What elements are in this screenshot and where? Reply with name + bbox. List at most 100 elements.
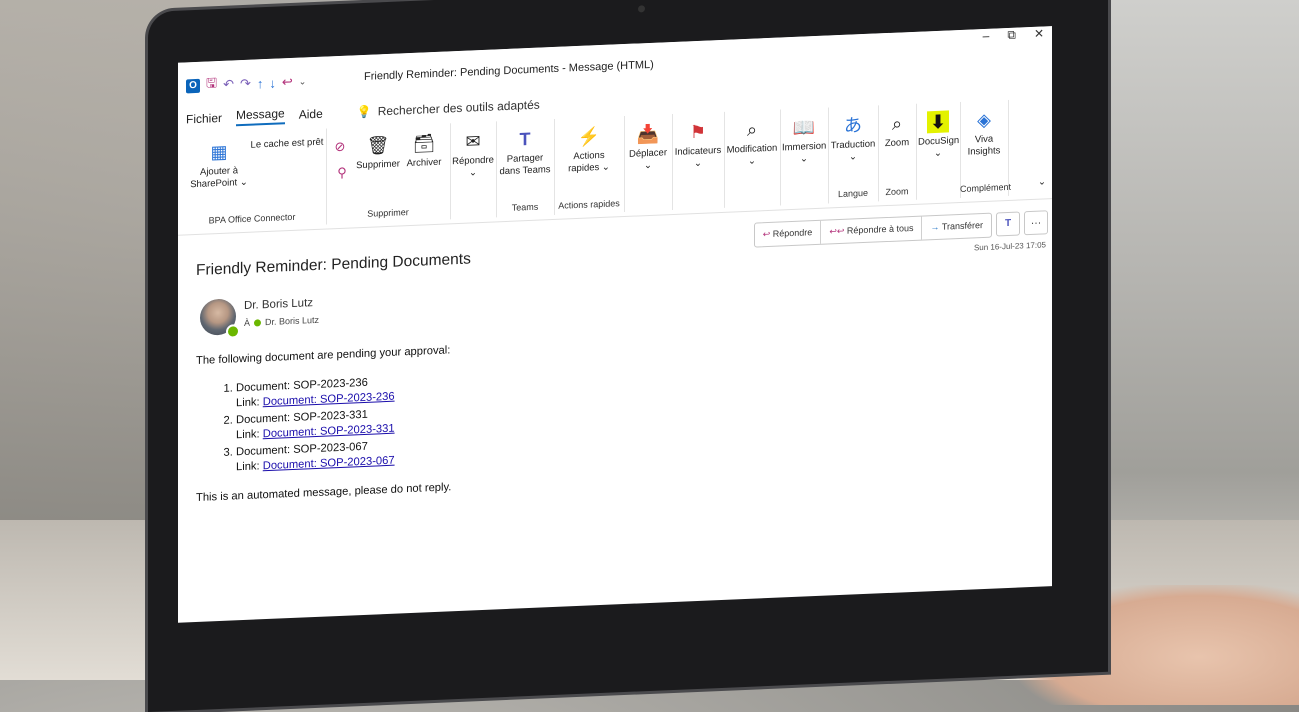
translate-button[interactable]: あ Traduction ⌄: [830, 113, 876, 164]
search-icon: ⌕: [746, 119, 758, 140]
viva-insights-icon: ◈: [977, 109, 991, 131]
laptop-frame: O 🖫 ↶ ↷ ↑ ↓ ↩ ⌄ Friendly Reminder: Pendi…: [148, 0, 1108, 712]
group-actions-rapides: ⚡ Actions rapides ⌄ Actions rapides: [554, 116, 625, 215]
reply-all-icon: ↩↩: [829, 225, 845, 237]
group-label: Zoom: [885, 186, 909, 198]
tools-search[interactable]: 💡 Rechercher des outils adaptés: [357, 98, 540, 120]
tab-message[interactable]: Message: [236, 106, 285, 127]
group-langue: あ Traduction ⌄ Langue: [828, 105, 879, 204]
redo-icon[interactable]: ↷: [240, 76, 251, 92]
presence-badge: [226, 324, 240, 339]
teams-icon: T: [1004, 217, 1012, 230]
add-to-sharepoint-button[interactable]: ▦ Ajouter à SharePoint ⌄: [184, 140, 254, 192]
immersive-reader-button[interactable]: 📖 Immersion ⌄: [782, 116, 826, 167]
to-label: À: [244, 317, 251, 328]
respond-button[interactable]: ✉ Répondre ⌄: [452, 129, 494, 180]
reply-icon[interactable]: ↩: [282, 74, 293, 90]
zoom-button[interactable]: ⌕ Zoom: [880, 112, 914, 150]
intro-text: The following document are pending your …: [196, 344, 451, 367]
magnifier-icon: ⌕: [891, 113, 903, 134]
automated-notice: This is an automated message, please do …: [196, 481, 452, 504]
link-label: Link:: [236, 428, 260, 442]
archive-button[interactable]: 🗃 Archiver: [404, 132, 444, 171]
group-label: BPA Office Connector: [208, 211, 296, 226]
presence-dot-icon: [254, 318, 262, 327]
sharepoint-icon: ▦: [210, 141, 228, 163]
lightning-icon: ⚡: [577, 126, 601, 147]
restore-button[interactable]: ⧉: [1007, 28, 1016, 43]
teams-icon: T: [519, 128, 531, 150]
flags-button[interactable]: ⚑ Indicateurs ⌄: [674, 120, 722, 171]
teams-chat-button[interactable]: T: [996, 211, 1020, 237]
docusign-button[interactable]: ⬇ DocuSign ⌄: [918, 110, 959, 161]
sender-name[interactable]: Dr. Boris Lutz: [244, 297, 313, 312]
forward-button[interactable]: → Transférer: [922, 214, 991, 240]
junk-icon[interactable]: ⚲: [330, 161, 354, 187]
title-bar: O 🖫 ↶ ↷ ↑ ↓ ↩ ⌄ Friendly Reminder: Pendi…: [178, 26, 1052, 103]
group-indicateurs: ⚑ Indicateurs ⌄: [672, 111, 725, 211]
ignore-icon[interactable]: ⊘: [330, 136, 350, 162]
window-controls: – ⧉ ✕: [983, 26, 1044, 44]
minimize-button[interactable]: –: [983, 29, 990, 44]
viva-insights-button[interactable]: ◈ Viva Insights: [962, 108, 1006, 159]
tab-fichier[interactable]: Fichier: [186, 111, 222, 127]
flag-icon: ⚑: [689, 121, 707, 143]
move-folder-icon: 📥: [636, 123, 660, 145]
outlook-logo-icon: O: [186, 78, 200, 94]
document-link[interactable]: Document: SOP-2023-236: [263, 391, 395, 409]
more-options-button[interactable]: …: [1024, 210, 1048, 236]
camera: [638, 5, 645, 13]
message-body: The following document are pending your …: [196, 343, 451, 506]
quick-actions-button[interactable]: ⚡ Actions rapides ⌄: [560, 124, 618, 175]
group-immersion: 📖 Immersion ⌄: [780, 107, 829, 206]
recipient-line: À Dr. Boris Lutz: [244, 315, 319, 328]
close-button[interactable]: ✕: [1034, 26, 1044, 41]
document-link[interactable]: Document: SOP-2023-331: [263, 423, 395, 441]
group-label: Supprimer: [367, 207, 409, 219]
forward-icon: →: [930, 221, 940, 233]
reply-icon: ↩: [762, 228, 771, 240]
link-label: Link:: [236, 460, 260, 474]
ribbon-expand-icon[interactable]: ⌄: [1036, 176, 1048, 189]
ellipsis-icon: …: [1030, 214, 1042, 228]
trash-icon: 🗑: [366, 134, 390, 156]
customize-toolbar-icon[interactable]: ⌄: [299, 76, 307, 87]
next-item-icon[interactable]: ↓: [269, 75, 276, 90]
cache-status: Le cache est prêt: [250, 136, 324, 151]
document-list: Document: SOP-2023-236 Link: Document: S…: [196, 372, 451, 477]
group-label: Teams: [511, 201, 539, 213]
group-label: Complément: [960, 181, 1012, 194]
modify-button[interactable]: ⌕ Modification ⌄: [726, 118, 778, 169]
document-link[interactable]: Document: SOP-2023-067: [263, 455, 395, 473]
group-repondre: ✉ Répondre ⌄: [450, 121, 497, 220]
reply-all-button[interactable]: ↩↩ Répondre à tous: [821, 216, 923, 244]
message-actions: ↩ Répondre ↩↩ Répondre à tous → Transfér…: [753, 212, 992, 248]
group-bpa-office-connector: ▦ Ajouter à SharePoint ⌄ Le cache est pr…: [178, 128, 327, 231]
tab-aide[interactable]: Aide: [299, 107, 323, 122]
group-label: Actions rapides: [558, 198, 620, 211]
reply-button[interactable]: ↩ Répondre: [754, 220, 822, 247]
group-label: Langue: [837, 187, 869, 200]
group-modification: ⌕ Modification ⌄: [724, 109, 781, 208]
group-docusign: ⬇ DocuSign ⌄: [916, 101, 961, 200]
docusign-icon: ⬇: [927, 110, 949, 134]
move-button[interactable]: 📥 Déplacer ⌄: [626, 122, 670, 173]
group-supprimer: ⊘ ⚲ 🗑 Supprimer 🗃 Archiver Supprimer: [326, 123, 451, 225]
delete-button[interactable]: 🗑 Supprimer: [356, 133, 400, 172]
recipient-name[interactable]: Dr. Boris Lutz: [265, 315, 319, 327]
list-item: Document: SOP-2023-067 Link: Document: S…: [236, 436, 451, 475]
window-title: Friendly Reminder: Pending Documents - M…: [364, 58, 654, 83]
quick-access-toolbar: O 🖫 ↶ ↷ ↑ ↓ ↩ ⌄: [186, 70, 306, 97]
previous-item-icon[interactable]: ↑: [257, 76, 264, 91]
group-teams: T Partager dans Teams Teams: [496, 118, 555, 218]
save-icon[interactable]: 🖫: [206, 74, 217, 96]
envelope-reply-icon: ✉: [465, 131, 481, 152]
lightbulb-icon: 💡: [356, 104, 372, 120]
reading-pane: Friendly Reminder: Pending Documents ↩ R…: [196, 207, 1048, 622]
tools-search-text: Rechercher des outils adaptés: [377, 97, 540, 119]
undo-icon[interactable]: ↶: [223, 76, 234, 92]
message-date: Sun 16-Jul-23 17:05: [973, 240, 1046, 253]
share-teams-button[interactable]: T Partager dans Teams: [498, 127, 552, 178]
group-zoom: ⌕ Zoom Zoom: [878, 103, 917, 202]
translate-icon: あ: [844, 115, 862, 136]
